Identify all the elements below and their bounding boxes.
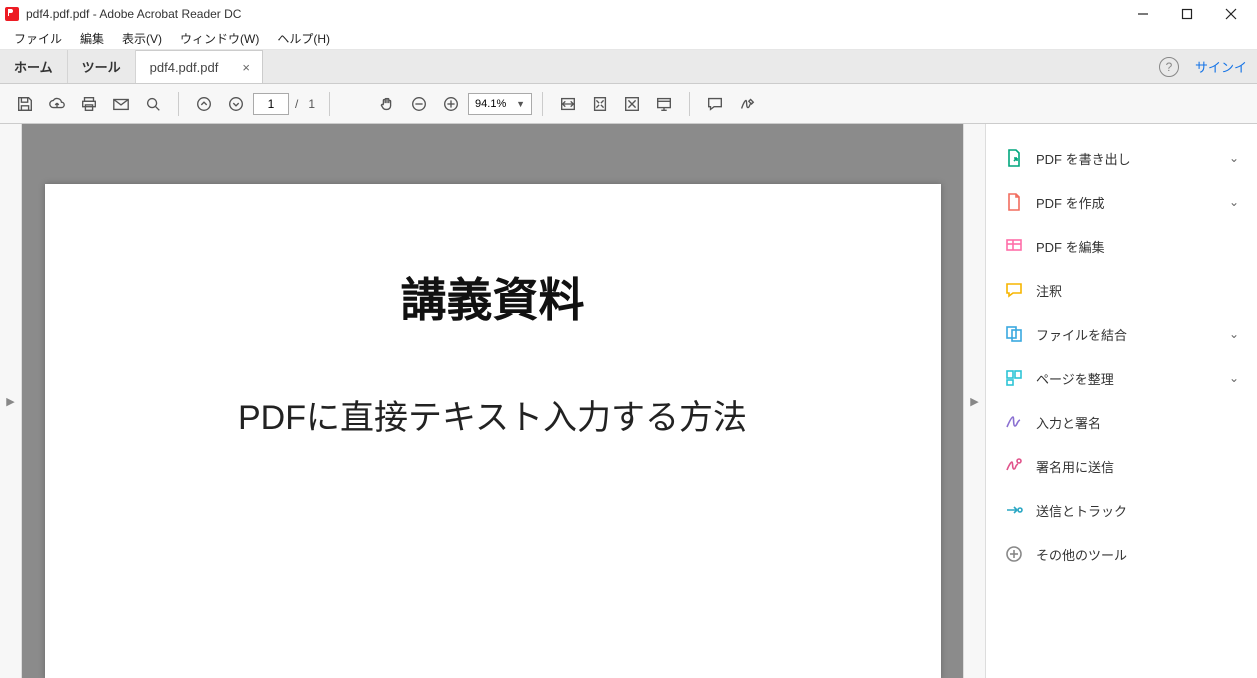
document-area[interactable]: 講義資料 PDFに直接テキスト入力する方法 [22,124,963,678]
tool-label: 送信とトラック [1036,501,1239,520]
tool-label: PDF を作成 [1036,193,1217,212]
main-area: ▶ 講義資料 PDFに直接テキスト入力する方法 ▶ PDF を書き出し ⌄ PD… [0,124,1257,678]
more-tools-icon [1004,544,1024,564]
send-sign-icon [1004,456,1024,476]
save-icon[interactable] [10,89,40,119]
tool-organize[interactable]: ページを整理 ⌄ [986,356,1257,400]
export-pdf-icon [1004,148,1024,168]
tool-label: PDF を編集 [1036,237,1239,256]
edit-pdf-icon [1004,236,1024,256]
tool-create-pdf[interactable]: PDF を作成 ⌄ [986,180,1257,224]
tool-label: 署名用に送信 [1036,457,1239,476]
titlebar: pdf4.pdf.pdf - Adobe Acrobat Reader DC [0,0,1257,28]
tool-label: ファイルを結合 [1036,325,1217,344]
zoom-in-icon[interactable] [436,89,466,119]
tab-close-icon[interactable]: × [236,60,256,75]
menubar: ファイル 編集 表示(V) ウィンドウ(W) ヘルプ(H) [0,28,1257,50]
cloud-icon[interactable] [42,89,72,119]
menu-view[interactable]: 表示(V) [114,28,170,49]
chevron-right-icon: ▶ [6,395,14,408]
fit-page-icon[interactable] [585,89,615,119]
send-track-icon [1004,500,1024,520]
select-tool-icon[interactable] [340,89,370,119]
chevron-down-icon: ⌄ [1229,371,1239,385]
tabbar: ホーム ツール pdf4.pdf.pdf × ? サインイ [0,50,1257,84]
search-icon[interactable] [138,89,168,119]
tool-edit-pdf[interactable]: PDF を編集 [986,224,1257,268]
zoom-select[interactable]: 94.1% ▼ [468,93,532,115]
tool-more[interactable]: その他のツール [986,532,1257,576]
tab-document-label: pdf4.pdf.pdf [150,60,219,75]
hand-tool-icon[interactable] [372,89,402,119]
tool-send-sign[interactable]: 署名用に送信 [986,444,1257,488]
comment-icon[interactable] [700,89,730,119]
maximize-button[interactable] [1165,0,1209,28]
zoom-value: 94.1% [475,98,506,110]
read-mode-icon[interactable] [649,89,679,119]
page-down-icon[interactable] [221,89,251,119]
tool-label: PDF を書き出し [1036,149,1217,168]
sign-icon[interactable] [732,89,762,119]
right-panel-toggle[interactable]: ▶ [963,124,985,678]
tool-combine[interactable]: ファイルを結合 ⌄ [986,312,1257,356]
print-icon[interactable] [74,89,104,119]
page-separator: / [295,97,298,111]
menu-edit[interactable]: 編集 [72,28,112,49]
app-icon [4,6,20,22]
minimize-button[interactable] [1121,0,1165,28]
window-controls [1121,0,1253,28]
zoom-out-icon[interactable] [404,89,434,119]
window-title: pdf4.pdf.pdf - Adobe Acrobat Reader DC [26,7,1121,21]
tool-export-pdf[interactable]: PDF を書き出し ⌄ [986,136,1257,180]
page-up-icon[interactable] [189,89,219,119]
signin-link[interactable]: サインイ [1189,57,1247,76]
tool-label: 注釈 [1036,281,1239,300]
chevron-down-icon: ⌄ [1229,195,1239,209]
tool-label: ページを整理 [1036,369,1217,388]
fill-sign-icon [1004,412,1024,432]
menu-help[interactable]: ヘルプ(H) [269,28,338,49]
left-panel-toggle[interactable]: ▶ [0,124,22,678]
tool-comment[interactable]: 注釈 [986,268,1257,312]
tool-label: 入力と署名 [1036,413,1239,432]
pdf-title: 講義資料 [85,264,901,330]
organize-icon [1004,368,1024,388]
page-number-input[interactable] [253,93,289,115]
tools-panel: PDF を書き出し ⌄ PDF を作成 ⌄ PDF を編集 注釈 ファイルを結合… [985,124,1257,678]
tool-label: その他のツール [1036,545,1239,564]
chevron-right-icon: ▶ [970,395,978,408]
tab-home[interactable]: ホーム [0,50,68,83]
email-icon[interactable] [106,89,136,119]
comment-tool-icon [1004,280,1024,300]
combine-icon [1004,324,1024,344]
toolbar: / 1 94.1% ▼ [0,84,1257,124]
page-total: 1 [308,97,315,111]
tool-fill-sign[interactable]: 入力と署名 [986,400,1257,444]
fit-width-icon[interactable] [553,89,583,119]
pdf-subtitle: PDFに直接テキスト入力する方法 [85,390,901,439]
menu-file[interactable]: ファイル [6,28,70,49]
tab-document[interactable]: pdf4.pdf.pdf × [136,50,263,83]
tool-send-track[interactable]: 送信とトラック [986,488,1257,532]
create-pdf-icon [1004,192,1024,212]
help-icon[interactable]: ? [1159,57,1179,77]
fullscreen-icon[interactable] [617,89,647,119]
chevron-down-icon: ⌄ [1229,327,1239,341]
pdf-page: 講義資料 PDFに直接テキスト入力する方法 [45,184,941,678]
close-button[interactable] [1209,0,1253,28]
tab-tools[interactable]: ツール [68,50,136,83]
chevron-down-icon: ▼ [516,99,525,109]
menu-window[interactable]: ウィンドウ(W) [172,28,267,49]
chevron-down-icon: ⌄ [1229,151,1239,165]
